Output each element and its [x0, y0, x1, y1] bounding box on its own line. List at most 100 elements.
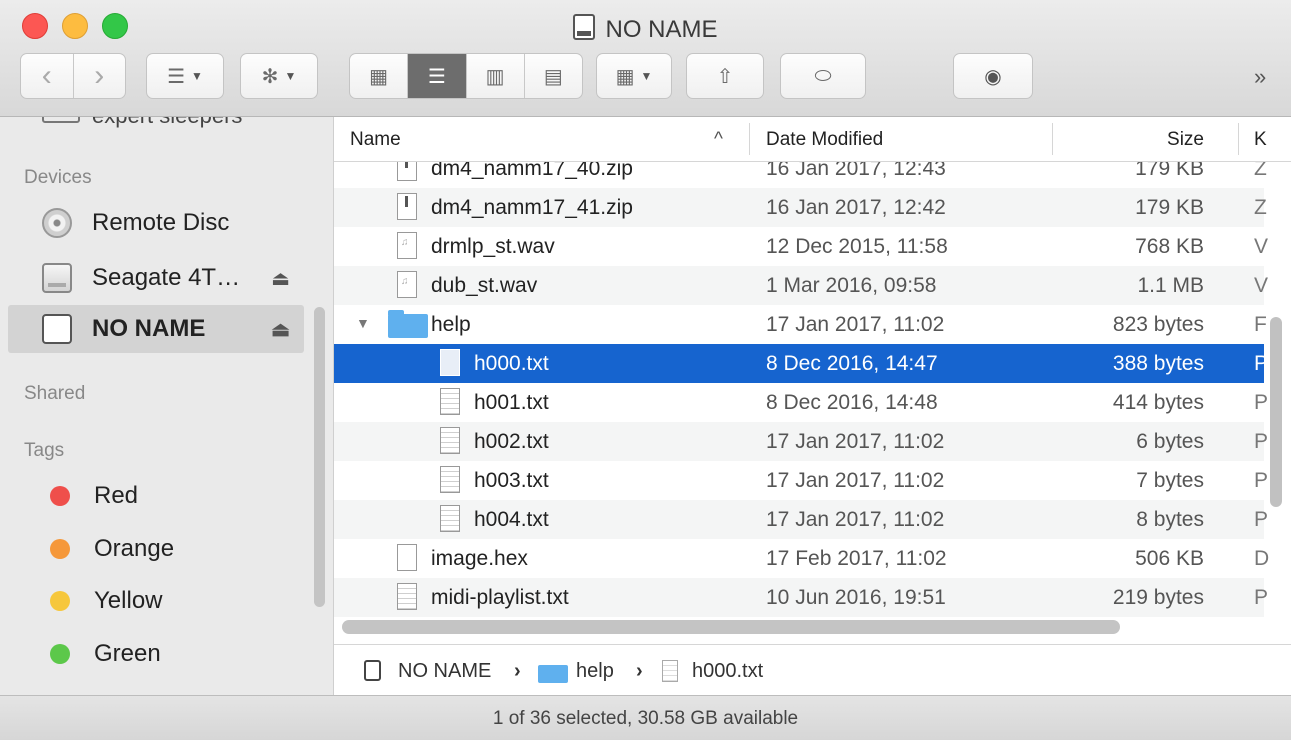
- horizontal-scrollbar[interactable]: [342, 620, 1120, 634]
- file-name: dm4_namm17_41.zip: [431, 196, 633, 219]
- date-modified: 8 Dec 2016, 14:47: [766, 352, 938, 375]
- sidebar-item-label: Remote Disc: [92, 209, 230, 236]
- sidebar-item-remote-disc[interactable]: Remote Disc: [8, 199, 304, 247]
- list-view-button[interactable]: ☰: [408, 54, 467, 98]
- grid-icon: ▦: [369, 65, 389, 88]
- text-file-icon: [397, 583, 417, 610]
- toolbar-overflow-button[interactable]: »: [1254, 64, 1266, 90]
- sort-ascending-icon[interactable]: ^: [714, 129, 723, 151]
- table-row[interactable]: h004.txt 17 Jan 2017, 11:02 8 bytes P: [334, 500, 1268, 539]
- zip-file-icon: [397, 193, 417, 220]
- table-row[interactable]: dub_st.wav 1 Mar 2016, 09:58 1.1 MB V: [334, 266, 1268, 305]
- table-row-folder-help[interactable]: ▼ help 17 Jan 2017, 11:02 823 bytes F: [334, 305, 1267, 344]
- navigation-group: ‹ ›: [20, 53, 126, 99]
- group-icon: ▦: [615, 65, 635, 88]
- remote-disc-icon: [42, 208, 72, 238]
- file-size: 823 bytes: [1112, 313, 1204, 336]
- file-kind: P: [1254, 391, 1269, 414]
- file-name: h002.txt: [474, 430, 549, 453]
- column-divider[interactable]: [749, 123, 750, 155]
- sidebar-item-seagate[interactable]: Seagate 4T… ⏏: [8, 254, 304, 302]
- file-size: 179 KB: [1135, 196, 1204, 219]
- text-file-icon: [440, 388, 460, 415]
- sidebar-tag-green[interactable]: Green: [8, 630, 304, 678]
- quick-look-button[interactable]: ◉: [953, 53, 1033, 99]
- share-icon: ⇧: [716, 65, 734, 88]
- file-name: image.hex: [431, 547, 528, 570]
- table-row[interactable]: drmlp_st.wav 12 Dec 2015, 11:58 768 KB V: [334, 227, 1268, 266]
- sidebar-scrollbar[interactable]: [314, 307, 325, 607]
- text-file-icon: [662, 660, 678, 682]
- action-button[interactable]: ✻ ▼: [240, 53, 318, 99]
- file-kind: P: [1254, 352, 1269, 375]
- back-button[interactable]: ‹: [21, 54, 74, 98]
- chevron-left-icon: ‹: [41, 59, 52, 92]
- table-row-selected[interactable]: h000.txt 8 Dec 2016, 14:47 388 bytes P: [334, 344, 1268, 383]
- file-size: 8 bytes: [1136, 508, 1204, 531]
- vertical-scrollbar[interactable]: [1270, 317, 1282, 507]
- sidebar-tag-orange[interactable]: Orange: [8, 525, 304, 573]
- text-file-icon: [440, 427, 460, 454]
- table-row[interactable]: midi-playlist.txt 10 Jun 2016, 19:51 219…: [334, 578, 1268, 617]
- status-text: 1 of 36 selected, 30.58 GB available: [492, 708, 799, 729]
- path-separator-icon: ›: [636, 660, 643, 682]
- path-item-h000[interactable]: h000.txt: [692, 660, 763, 683]
- column-view-button[interactable]: ▥: [467, 54, 525, 98]
- icon-view-button[interactable]: ▦: [350, 54, 409, 98]
- date-modified: 16 Jan 2017, 12:42: [766, 196, 946, 219]
- tag-icon: ⬭: [814, 64, 832, 87]
- double-chevron-right-icon: »: [1254, 64, 1267, 89]
- external-drive-icon: [42, 263, 72, 293]
- table-row[interactable]: dm4_namm17_41.zip 16 Jan 2017, 12:42 179…: [334, 188, 1267, 227]
- eject-icon[interactable]: ⏏: [271, 266, 290, 291]
- sidebar-item-no-name[interactable]: NO NAME ⏏: [8, 305, 304, 353]
- usb-drive-icon: [42, 314, 72, 344]
- file-size: 6 bytes: [1136, 430, 1204, 453]
- sidebar-item-label: expert sleepers: [92, 117, 242, 128]
- column-divider[interactable]: [1238, 123, 1239, 155]
- gear-icon: ✻: [261, 65, 279, 88]
- share-button[interactable]: ⇧: [686, 53, 764, 99]
- finder-window: NO NAME ‹ › ☰▼ ✻▼ ▦ ☰ ▥ ▤ ▦▼ ⇧ ⬭ ◉ »: [0, 0, 1291, 740]
- date-modified: 1 Mar 2016, 09:58: [766, 274, 937, 297]
- arrange-icon: ☰: [167, 65, 186, 88]
- column-header-date-modified[interactable]: Date Modified: [766, 129, 883, 151]
- group-button[interactable]: ▦ ▼: [596, 53, 672, 99]
- sidebar-item-partial[interactable]: expert sleepers: [42, 117, 242, 129]
- path-item-no-name[interactable]: NO NAME: [398, 660, 491, 683]
- sidebar: expert sleepers Devices Remote Disc Seag…: [0, 117, 334, 695]
- file-name: h003.txt: [474, 469, 549, 492]
- sidebar-tag-yellow[interactable]: Yellow: [8, 577, 304, 625]
- column-header-name[interactable]: Name: [350, 129, 401, 151]
- path-item-help[interactable]: help: [576, 660, 614, 683]
- table-row[interactable]: h003.txt 17 Jan 2017, 11:02 7 bytes P: [334, 461, 1268, 500]
- drive-icon: [364, 660, 381, 681]
- forward-button[interactable]: ›: [74, 54, 126, 98]
- window-title: NO NAME: [0, 14, 1291, 44]
- column-header-size[interactable]: Size: [974, 129, 1204, 151]
- eject-icon[interactable]: ⏏: [271, 317, 290, 342]
- table-row[interactable]: h002.txt 17 Jan 2017, 11:02 6 bytes P: [334, 422, 1268, 461]
- devices-header: Devices: [24, 167, 92, 188]
- file-size: 219 bytes: [1112, 586, 1204, 609]
- text-file-icon: [440, 466, 460, 493]
- folder-icon: [538, 665, 568, 683]
- file-name: h001.txt: [474, 391, 549, 414]
- disclosure-triangle-icon[interactable]: ▼: [356, 315, 370, 331]
- file-kind: P: [1254, 508, 1269, 531]
- status-bar: 1 of 36 selected, 30.58 GB available: [0, 695, 1291, 740]
- sidebar-item-label: NO NAME: [92, 315, 206, 342]
- text-file-icon: [440, 505, 460, 532]
- table-row[interactable]: image.hex 17 Feb 2017, 11:02 506 KB D: [334, 539, 1269, 578]
- sidebar-item-label: Yellow: [94, 587, 163, 614]
- chevron-down-icon: ▼: [640, 69, 653, 83]
- sidebar-tag-red[interactable]: Red: [8, 472, 304, 520]
- file-kind: V: [1254, 235, 1269, 258]
- table-row[interactable]: h001.txt 8 Dec 2016, 14:48 414 bytes P: [334, 383, 1268, 422]
- column-header-kind[interactable]: K: [1254, 129, 1267, 151]
- arrange-button[interactable]: ☰ ▼: [146, 53, 224, 99]
- view-mode-group: ▦ ☰ ▥ ▤: [349, 53, 583, 99]
- drive-icon: [42, 117, 80, 123]
- gallery-view-button[interactable]: ▤: [525, 54, 582, 98]
- edit-tags-button[interactable]: ⬭: [780, 53, 866, 99]
